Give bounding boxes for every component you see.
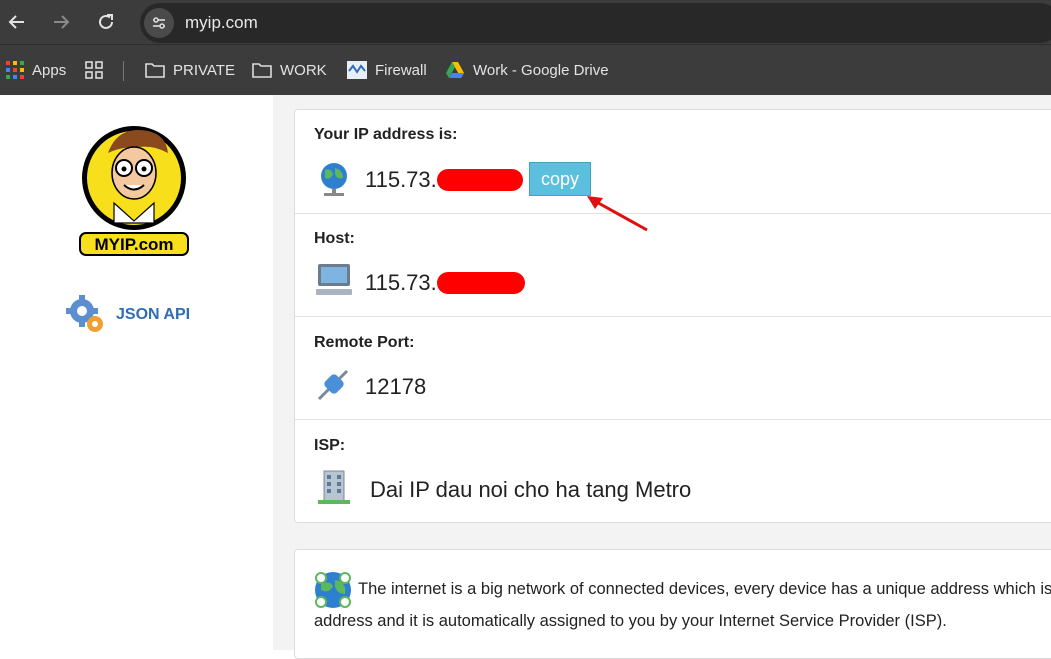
bookmark-firewall[interactable]: Firewall xyxy=(347,45,427,95)
bookmark-folder-work[interactable]: WORK xyxy=(252,45,327,95)
plug-icon xyxy=(317,369,349,401)
back-button[interactable] xyxy=(3,8,31,36)
bookmark-label: Firewall xyxy=(375,61,427,79)
redaction-mark xyxy=(437,169,523,191)
arrow-left-icon xyxy=(8,15,24,29)
copy-button[interactable]: copy xyxy=(529,162,591,196)
grid-icon xyxy=(85,61,103,79)
bookmark-label: WORK xyxy=(280,61,327,79)
json-api-link[interactable]: JSON API xyxy=(66,295,190,335)
globe-icon xyxy=(321,163,347,196)
host-row: Host: 115.73. xyxy=(295,214,1051,317)
reload-button[interactable] xyxy=(92,8,120,36)
info-card: The internet is a big network of connect… xyxy=(294,549,1051,659)
bookmark-label: PRIVATE xyxy=(173,61,235,79)
ip-address-label: Your IP address is: xyxy=(314,126,458,143)
google-drive-icon xyxy=(445,61,465,79)
info-text-line: address and it is automatically assigned… xyxy=(314,612,947,630)
host-value: 115.73. xyxy=(365,270,437,295)
bookmark-divider xyxy=(123,61,124,81)
ip-address-value: 115.73. xyxy=(365,167,437,192)
gears-icon xyxy=(66,295,103,332)
browser-toolbar: myip.com xyxy=(0,0,1051,44)
redaction-mark xyxy=(437,272,525,294)
address-bar[interactable] xyxy=(140,3,1051,43)
tab-groups-button[interactable] xyxy=(85,45,111,95)
bookmark-label: Apps xyxy=(32,61,67,79)
folder-icon xyxy=(252,62,272,78)
bookmark-google-drive[interactable]: Work - Google Drive xyxy=(445,45,609,95)
sidebar: MYIP.com JSON API xyxy=(0,95,273,650)
site-info-button[interactable] xyxy=(144,8,174,38)
remote-port-value: 12178 xyxy=(365,374,427,399)
arrow-right-icon xyxy=(54,15,70,29)
firewall-favicon xyxy=(347,61,367,79)
apps-grid-icon xyxy=(6,61,24,79)
isp-value: Dai IP dau noi cho ha tang Metro xyxy=(370,477,692,502)
bookmark-apps[interactable]: Apps xyxy=(6,45,66,95)
bookmark-label: Work - Google Drive xyxy=(473,61,609,79)
building-icon xyxy=(318,470,350,504)
remote-port-row: Remote Port: 12178 xyxy=(295,317,1051,420)
host-label: Host: xyxy=(314,230,355,247)
network-globe-icon xyxy=(315,572,351,608)
page-content: MYIP.com JSON API Your IP address is: 11… xyxy=(0,95,1051,659)
isp-row: ISP: Dai IP dau noi cho ha tang Metro xyxy=(295,420,1051,524)
ip-address-row: Your IP address is: 115.73. copy xyxy=(295,110,1051,232)
myip-logo[interactable]: MYIP.com xyxy=(78,113,190,258)
url-text[interactable]: myip.com xyxy=(185,13,258,33)
bookmarks-bar: Apps PRIVATE WORK Firewall Work - Google… xyxy=(0,44,1051,95)
svg-text:MYIP.com: MYIP.com xyxy=(94,235,173,254)
folder-icon xyxy=(145,62,165,78)
mascot-logo-icon: MYIP.com xyxy=(79,126,189,256)
tune-icon xyxy=(153,17,165,29)
isp-label: ISP: xyxy=(314,437,346,454)
ip-info-card: Your IP address is: 115.73. copy Host: 1… xyxy=(294,109,1051,523)
bookmark-folder-private[interactable]: PRIVATE xyxy=(145,45,235,95)
computer-icon xyxy=(316,264,352,295)
json-api-label: JSON API xyxy=(116,306,191,323)
remote-port-label: Remote Port: xyxy=(314,334,415,351)
reload-icon xyxy=(99,14,113,29)
info-text-line: The internet is a big network of connect… xyxy=(358,580,1051,598)
forward-button[interactable] xyxy=(47,8,75,36)
